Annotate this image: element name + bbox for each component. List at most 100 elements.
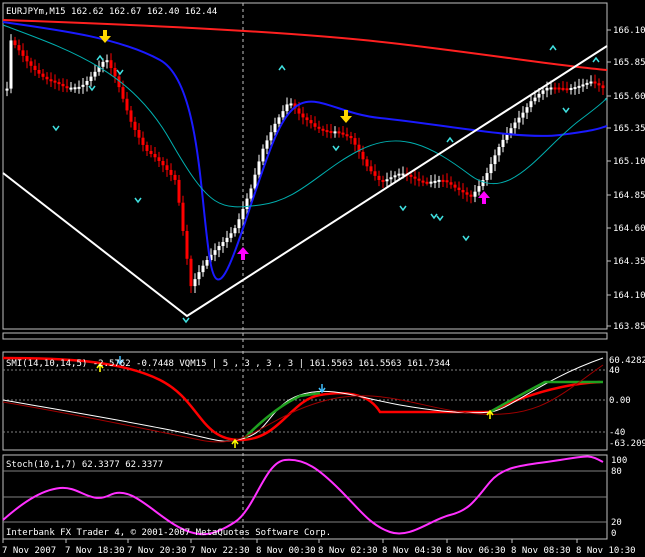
- candle-body: [409, 174, 413, 177]
- candle-body: [81, 84, 85, 87]
- price-tick-label: 164.35: [613, 257, 645, 267]
- candle-body: [77, 86, 81, 89]
- candle-body: [317, 126, 321, 129]
- candle-body: [593, 81, 597, 84]
- price-tick-label: 164.85: [613, 191, 645, 201]
- candle-body: [345, 134, 349, 137]
- candle-body: [533, 97, 537, 102]
- candle-body: [433, 180, 437, 183]
- candle-body: [381, 179, 385, 182]
- time-axis: 7 Nov 2007 7 Nov 18:30 7 Nov 20:30 7 Nov 22…: [2, 539, 636, 556]
- stoch-header: Stoch(10,1,7) 62.3377 62.3377: [6, 460, 163, 470]
- stoch-axis: 10080 200: [611, 456, 627, 539]
- candle-body: [437, 179, 441, 182]
- down-chevron-icon: [332, 145, 340, 152]
- candle-body: [477, 186, 481, 192]
- up-chevron-icon: [549, 44, 557, 51]
- buy-arrow-icon: [478, 191, 490, 204]
- time-tick-label: 8 Nov 08:30: [511, 546, 571, 556]
- candle-body: [85, 80, 89, 85]
- smi-up-marker-icon: [231, 438, 239, 448]
- down-chevron-icon: [52, 125, 60, 132]
- candle-body: [453, 184, 457, 188]
- candle-body: [225, 237, 229, 243]
- candle-body: [33, 65, 37, 70]
- candle-body: [125, 98, 129, 111]
- candle-body: [25, 55, 29, 62]
- main-price-axis: 166.10 165.85 165.60 165.35 165.10 164.85 164.…: [607, 26, 645, 332]
- candle-body: [105, 60, 109, 63]
- down-chevron-icon: [134, 197, 142, 204]
- candle-body: [557, 87, 561, 90]
- candle-body: [249, 188, 253, 199]
- stoch-tick-label: 0: [611, 529, 616, 539]
- candle-body: [305, 117, 309, 121]
- smi-down-marker-icon: [318, 384, 326, 394]
- time-tick-label: 7 Nov 20:30: [127, 546, 187, 556]
- time-tick-label: 8 Nov 04:30: [382, 546, 442, 556]
- candle-body: [193, 279, 197, 287]
- candle-body: [485, 173, 489, 181]
- time-tick-label: 8 Nov 00:30: [256, 546, 316, 556]
- ma-slow-line: [2, 19, 608, 71]
- candle-body: [421, 180, 425, 183]
- candle-body: [509, 128, 513, 134]
- candle-body: [9, 40, 13, 89]
- candle-body: [257, 161, 261, 175]
- candle-body: [137, 129, 141, 138]
- candle-body: [457, 187, 461, 191]
- candle-body: [21, 50, 25, 56]
- candle-body: [333, 131, 337, 134]
- smi-tick-label: -63.2098: [609, 439, 645, 449]
- candle-body: [377, 175, 381, 180]
- smi-tick-label: -40: [609, 428, 625, 438]
- candles: [5, 34, 605, 294]
- candle-body: [569, 87, 573, 90]
- candle-body: [361, 151, 365, 160]
- candle-body: [385, 179, 389, 182]
- smi-tick-label: 60.4282: [609, 356, 645, 366]
- candle-body: [169, 169, 173, 175]
- candle-body: [165, 165, 169, 170]
- candle-body: [577, 85, 581, 88]
- price-tick-label: 166.10: [613, 26, 645, 36]
- candle-body: [469, 194, 473, 197]
- candle-body: [281, 111, 285, 118]
- candle-body: [61, 83, 65, 87]
- candle-body: [265, 140, 269, 149]
- stoch-tick-label: 20: [611, 518, 622, 528]
- candle-body: [141, 137, 145, 145]
- time-tick-label: 7 Nov 18:30: [65, 546, 125, 556]
- down-chevron-icon: [462, 235, 470, 242]
- candle-body: [5, 88, 9, 91]
- candle-body: [473, 191, 477, 197]
- candle-body: [501, 139, 505, 148]
- down-chevron-icon: [430, 213, 438, 220]
- candle-body: [541, 90, 545, 94]
- stoch-tick-label: 80: [611, 467, 622, 477]
- candle-body: [565, 88, 569, 91]
- main-pane[interactable]: [2, 2, 608, 330]
- candle-body: [161, 161, 165, 166]
- candle-body: [337, 131, 341, 134]
- price-tick-label: 164.60: [613, 224, 645, 234]
- candle-body: [301, 113, 305, 118]
- candle-body: [273, 123, 277, 133]
- candle-body: [217, 246, 221, 251]
- candle-body: [521, 112, 525, 118]
- candle-body: [177, 179, 181, 203]
- candle-body: [313, 123, 317, 127]
- footer-copyright: Interbank FX Trader 4, © 2001-2007 MetaQ…: [6, 528, 331, 538]
- price-tick-label: 164.10: [613, 291, 645, 301]
- buy-arrow-icon: [237, 247, 249, 260]
- candle-body: [69, 87, 73, 90]
- candle-body: [285, 104, 289, 112]
- up-chevron-icon: [446, 136, 454, 143]
- candle-body: [325, 130, 329, 133]
- candle-body: [353, 138, 357, 145]
- trading-chart[interactable]: EURJPYm,M15 162.62 162.67 162.40 162.44 …: [0, 0, 645, 557]
- smi-axis: 60.428240 0.00 -40-63.2098: [609, 356, 645, 449]
- candle-body: [393, 175, 397, 178]
- time-tick-label: 8 Nov 10:30: [576, 546, 636, 556]
- candle-body: [57, 82, 61, 85]
